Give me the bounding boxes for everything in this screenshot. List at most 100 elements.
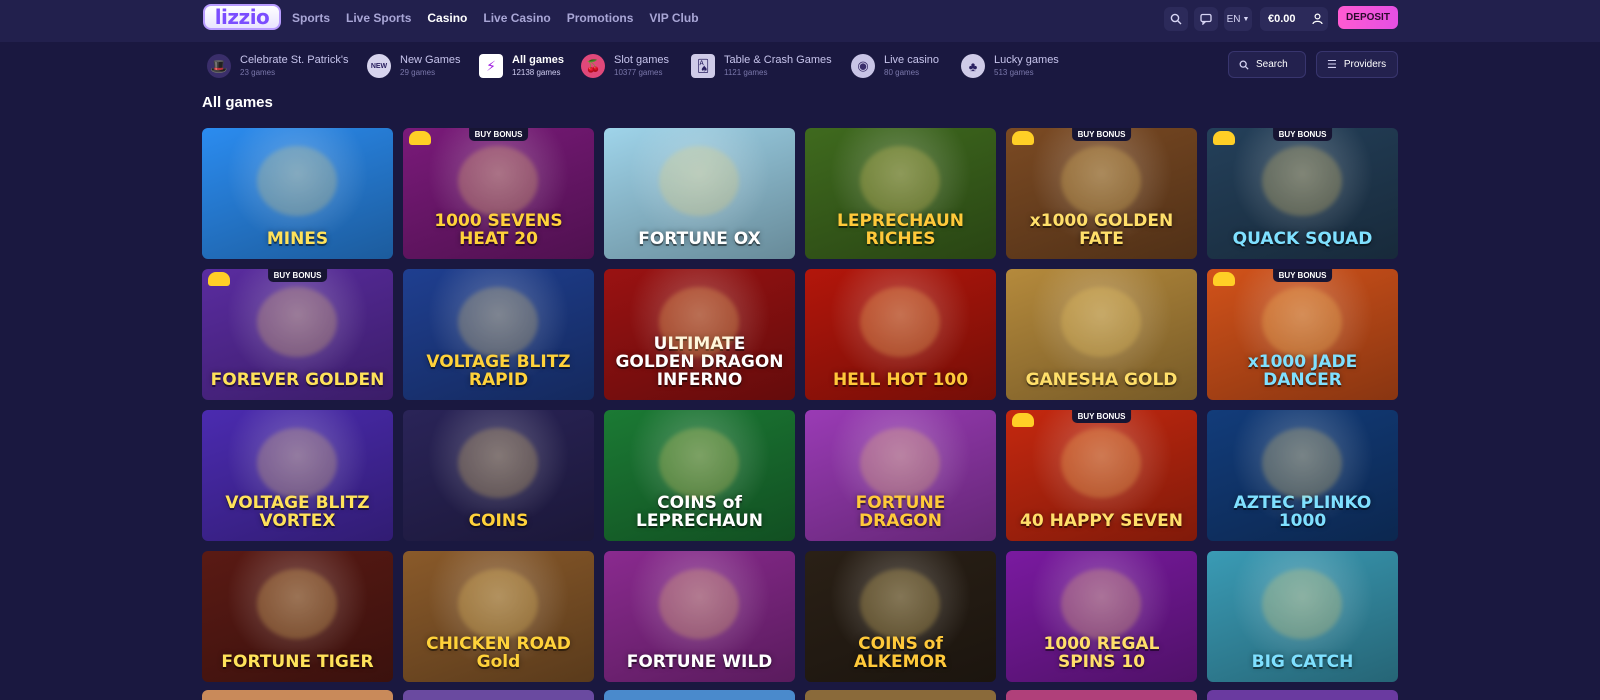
game-art [257,569,337,639]
game-card-partial[interactable] [1006,690,1197,700]
providers-button[interactable]: ☰ Providers [1316,51,1398,78]
game-card[interactable]: BUY BONUS x1000 GOLDEN FATE [1006,128,1197,259]
game-card[interactable]: VOLTAGE BLITZ RAPID [403,269,594,400]
buy-bonus-badge: BUY BONUS [1272,128,1333,141]
game-title: HELL HOT 100 [832,370,969,391]
nav-item-live-sports[interactable]: Live Sports [346,11,411,25]
game-card[interactable]: BUY BONUS x1000 JADE DANCER [1207,269,1398,400]
chat-icon [1200,13,1212,25]
provider-hat-icon [1213,131,1235,145]
game-card[interactable]: ULTIMATE GOLDEN DRAGON INFERNO [604,269,795,400]
game-title: FOREVER GOLDEN [210,370,385,391]
game-card-partial[interactable] [1207,690,1398,700]
game-title: 40 HAPPY SEVEN [1020,511,1183,532]
game-title: QUACK SQUAD [1232,229,1373,250]
deposit-button[interactable]: DEPOSIT [1338,6,1398,29]
category-name: Live casino [884,54,940,66]
games-grid: MINES BUY BONUS 1000 SEVENS HEAT 20 FORTUNE… [202,128,1398,682]
brand-logo[interactable]: lizzio [203,4,281,30]
game-card[interactable]: BUY BONUS 40 HAPPY SEVEN [1006,410,1197,541]
game-card[interactable]: COINS of LEPRECHAUN [604,410,795,541]
games-search-button[interactable]: Search [1228,51,1306,78]
game-card[interactable]: MINES [202,128,393,259]
providers-label: Providers [1343,59,1387,70]
game-card[interactable]: COINS of ALKEMOR [805,551,996,682]
category-count: 10377 games [614,68,663,77]
nav-item-vip-club[interactable]: VIP Club [649,11,698,25]
category-name: Table & Crash Games [724,54,832,66]
game-art [659,428,739,498]
provider-hat-icon [1213,272,1235,286]
game-art [257,428,337,498]
game-title: COINS of LEPRECHAUN [636,493,763,532]
game-card-partial[interactable] [202,690,393,700]
game-title: LEPRECHAUN RICHES [837,211,964,250]
game-card[interactable]: BUY BONUS 1000 SEVENS HEAT 20 [403,128,594,259]
game-card[interactable]: AZTEC PLINKO 1000 [1207,410,1398,541]
category-lucky-games[interactable]: ♣ Lucky games 513 games [961,51,1071,81]
category-live-casino[interactable]: ◉ Live casino 80 games [851,51,961,81]
game-title: 1000 SEVENS HEAT 20 [434,211,563,250]
buy-bonus-badge: BUY BONUS [1071,128,1132,141]
nav-item-promotions[interactable]: Promotions [567,11,634,25]
new-icon: NEW [367,54,391,78]
game-title: x1000 GOLDEN FATE [1029,211,1174,250]
game-art [860,287,940,357]
category-table-crash-games[interactable]: 🂡 Table & Crash Games 1121 games [691,51,851,81]
nav-item-casino[interactable]: Casino [427,11,467,25]
game-card-partial[interactable] [604,690,795,700]
game-card[interactable]: COINS [403,410,594,541]
chevron-down-icon: ▼ [1242,15,1250,23]
game-art [1061,428,1141,498]
game-card[interactable]: BUY BONUS QUACK SQUAD [1207,128,1398,259]
game-art [860,146,940,216]
game-card[interactable]: LEPRECHAUN RICHES [805,128,996,259]
buy-bonus-badge: BUY BONUS [267,269,328,282]
list-icon: ☰ [1327,59,1337,71]
category-new-games[interactable]: NEW New Games 29 games [367,51,479,81]
game-art [1061,569,1141,639]
nav-item-live-casino[interactable]: Live Casino [483,11,550,25]
game-title: AZTEC PLINKO 1000 [1233,493,1372,532]
game-card-partial[interactable] [805,690,996,700]
game-title: 1000 REGAL SPINS 10 [1043,634,1160,673]
game-card[interactable]: HELL HOT 100 [805,269,996,400]
language-selector[interactable]: EN ▼ [1224,7,1252,31]
game-card[interactable]: FORTUNE DRAGON [805,410,996,541]
game-card[interactable]: 1000 REGAL SPINS 10 [1006,551,1197,682]
category-slot-games[interactable]: 🍒 Slot games 10377 games [581,51,691,81]
game-card[interactable]: GANESHA GOLD [1006,269,1197,400]
game-art [1061,146,1141,216]
game-art [860,428,940,498]
provider-hat-icon [208,272,230,286]
buy-bonus-badge: BUY BONUS [1272,269,1333,282]
game-title: FORTUNE WILD [626,652,773,673]
game-card[interactable]: FORTUNE WILD [604,551,795,682]
category-name: Slot games [614,54,670,66]
game-title: FORTUNE OX [638,229,761,250]
category-name: Celebrate St. Patrick's [240,54,349,66]
category-name: New Games [400,54,461,66]
game-art [659,287,739,357]
buy-bonus-badge: BUY BONUS [1071,410,1132,423]
search-icon [1239,60,1249,70]
chat-button[interactable] [1194,7,1218,31]
slot-icon: 🍒 [581,54,605,78]
category-celebrate-st-patricks[interactable]: 🎩 Celebrate St. Patrick's 23 games [207,51,367,81]
game-card[interactable]: FORTUNE OX [604,128,795,259]
all-games-icon: ⚡ [479,54,503,78]
game-card[interactable]: BIG CATCH [1207,551,1398,682]
search-button[interactable] [1164,7,1188,31]
nav-item-sports[interactable]: Sports [292,11,330,25]
user-button[interactable] [1306,7,1328,31]
game-art [1061,287,1141,357]
game-card[interactable]: BUY BONUS FOREVER GOLDEN [202,269,393,400]
game-title: VOLTAGE BLITZ RAPID [426,352,571,391]
game-art [257,146,337,216]
game-card-partial[interactable] [403,690,594,700]
game-card[interactable]: FORTUNE TIGER [202,551,393,682]
game-card[interactable]: VOLTAGE BLITZ VORTEX [202,410,393,541]
game-card[interactable]: CHICKEN ROAD Gold [403,551,594,682]
category-all-games[interactable]: ⚡ All games 12138 games [479,51,581,81]
game-title: CHICKEN ROAD Gold [426,634,571,673]
